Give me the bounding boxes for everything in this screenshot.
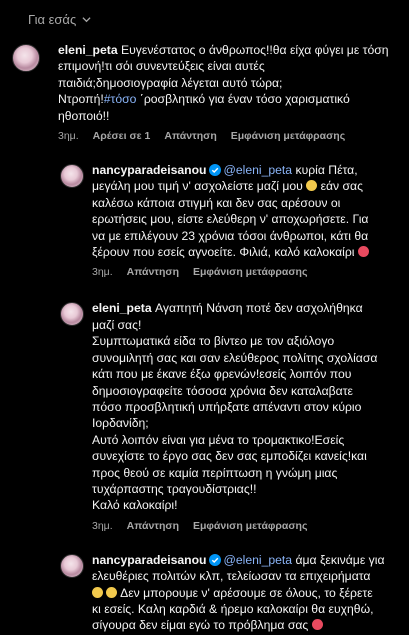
comment-text: nancyparadeisanou @eleni_peta κυρία Πέτα,…: [92, 162, 395, 260]
comment-line: επιμονή!τι σόι συνεντεύξεις είναι αυτές: [58, 59, 265, 74]
comment-username[interactable]: nancyparadeisanou: [92, 163, 206, 177]
comment-line: ερωτήσεις μου, είστε ελεύθερη ν' αποχωρή…: [92, 212, 369, 227]
comment-line: άμα ξεκινάμε για: [292, 552, 385, 567]
comment-meta: 3ημ. Απάντηση Εμφάνιση μετάφρασης: [92, 520, 395, 532]
laughing-emoji-icon: [92, 586, 103, 598]
comment-line: παιδιά;δημοσιογραφία λέγεται αυτό τώρα;: [58, 75, 283, 90]
mention-link[interactable]: @eleni_peta: [223, 163, 292, 177]
comment-line: εάν σας: [317, 179, 363, 194]
comment-line: Συμπτωματικά είδα το βίντεο με τον αξιόλ…: [92, 334, 335, 349]
comment-line: Αυτό λοιπόν είναι για μένα το τρομακτικο…: [92, 432, 345, 447]
comment-username[interactable]: nancyparadeisanou: [92, 553, 206, 567]
see-translation-button[interactable]: Εμφάνιση μετάφρασης: [231, 130, 345, 142]
comment-text: nancyparadeisanou @eleni_peta άμα ξεκινάμ…: [92, 552, 395, 634]
reply-item: nancyparadeisanou @eleni_peta κυρία Πέτα,…: [0, 162, 409, 278]
comment-line: προς θεού σε καμία περίπτωση η γνώμη μια…: [92, 465, 338, 480]
reply-button[interactable]: Απάντηση: [127, 520, 179, 532]
chevron-down-icon: [82, 16, 91, 22]
comment-line: πόσο προσβλητική υπήρξατε απέναντι στον …: [92, 399, 362, 414]
comment-line: κάτι που με έκανε έξω φρενών!εσείς λοιπό…: [92, 367, 352, 382]
hashtag-link[interactable]: #τόσο: [104, 92, 137, 106]
comment-line: τυχάρπαστης τραγουδίστριας!!: [92, 481, 257, 496]
likes-count[interactable]: Αρέσει σε 1: [93, 130, 151, 142]
comment-text: eleni_peta Ευγενέστατος ο άνθρωπος!!θα ε…: [58, 42, 395, 124]
laughing-emoji-icon: [106, 586, 118, 598]
comment-text: eleni_peta Αγαπητή Νάνση ποτέ δεν ασχολή…: [92, 300, 395, 513]
comment-line: να με επιλέγουν 23 χρόνια τόσοι άνθρωποι…: [92, 228, 369, 243]
heart-eyes-emoji-icon: [311, 619, 323, 631]
comment-line: μαζί σας!: [92, 317, 142, 332]
comment-line: σίγουρα δεν είμαι εγώ το πρόβλημα σας: [92, 618, 309, 633]
reply-item: nancyparadeisanou @eleni_peta άμα ξεκινάμ…: [0, 552, 409, 634]
comment-time: 3ημ.: [92, 519, 113, 532]
comment-meta: 3ημ. Απάντηση Εμφάνιση μετάφρασης: [92, 266, 395, 278]
comment-line: Ευγενέστατος ο άνθρωπος!!θα είχα φύγει μ…: [121, 43, 389, 57]
avatar[interactable]: [60, 164, 84, 189]
see-translation-button[interactable]: Εμφάνιση μετάφρασης: [193, 266, 307, 278]
comment-meta: 3ημ. Αρέσει σε 1 Απάντηση Εμφάνιση μετάφ…: [58, 130, 395, 142]
reply-item: eleni_peta Αγαπητή Νάνση ποτέ δεν ασχολή…: [0, 300, 409, 532]
filter-label: Για εσάς: [28, 11, 77, 27]
heart-eyes-emoji-icon: [357, 246, 369, 258]
comment-line: ΄ροσβλητικό για έναν τόσο χαρισματικό: [136, 92, 350, 107]
comment-time: 3ημ.: [58, 130, 79, 143]
comment-username[interactable]: eleni_peta: [92, 301, 152, 315]
verified-badge-icon: [209, 553, 222, 566]
comment-line: ηθοποιό!!: [58, 108, 110, 123]
comment-line: κυρία Πέτα,: [292, 163, 358, 178]
comment-username[interactable]: eleni_peta: [58, 43, 118, 57]
mention-link[interactable]: @eleni_peta: [223, 553, 292, 567]
see-translation-button[interactable]: Εμφάνιση μετάφρασης: [193, 520, 307, 532]
comment-line: κι εσείς. Καλη καρδιά & ήρεμο καλοκαίρι …: [92, 601, 374, 616]
avatar[interactable]: [12, 44, 40, 72]
comment-time: 3ημ.: [92, 266, 113, 279]
comment-line: Ντροπή!: [58, 92, 104, 107]
verified-badge-icon: [209, 164, 222, 177]
comment-line: δημοσιογραφείτε τόσοσα χρόνια δεν καταλα…: [92, 383, 353, 398]
avatar[interactable]: [60, 302, 84, 327]
comments-filter-dropdown[interactable]: Για εσάς: [0, 0, 409, 38]
comment-line: ελευθέριες πολιτών κλπ, τελείωσαν τα επι…: [92, 569, 371, 584]
smiling-face-emoji-icon: [306, 180, 318, 192]
comment-line: Δεν μπορουμε ν' αρέσουμε σε όλους, το ξέ…: [117, 585, 373, 600]
comment-item: eleni_peta Ευγενέστατος ο άνθρωπος!!θα ε…: [0, 42, 409, 142]
comment-line: Ιορδανίδη;: [92, 416, 149, 431]
comment-line: μεγάλη μου τιμή ν' ασχολείστε μαζί μου: [92, 179, 303, 194]
comment-line: Αγαπητή Νάνση ποτέ δεν ασχολήθηκα: [151, 301, 363, 316]
comment-line: συνομιλητή σας και σαν ελεύθερος πολίτης…: [92, 350, 378, 365]
reply-button[interactable]: Απάντηση: [164, 130, 216, 142]
comment-line: καλέσω κάποια στιγμή και δεν σας αρέσουν…: [92, 195, 341, 210]
avatar[interactable]: [60, 553, 84, 578]
comment-line: Καλό καλοκαίρι!: [92, 498, 178, 513]
reply-button[interactable]: Απάντηση: [127, 266, 179, 278]
comment-line: ξέρουν που εσείς αγνοείτε. Φιλιά, καλό κ…: [92, 245, 355, 260]
comment-line: συνεχίστε το έργο σας δεν σας εμποδίζει …: [92, 449, 367, 464]
